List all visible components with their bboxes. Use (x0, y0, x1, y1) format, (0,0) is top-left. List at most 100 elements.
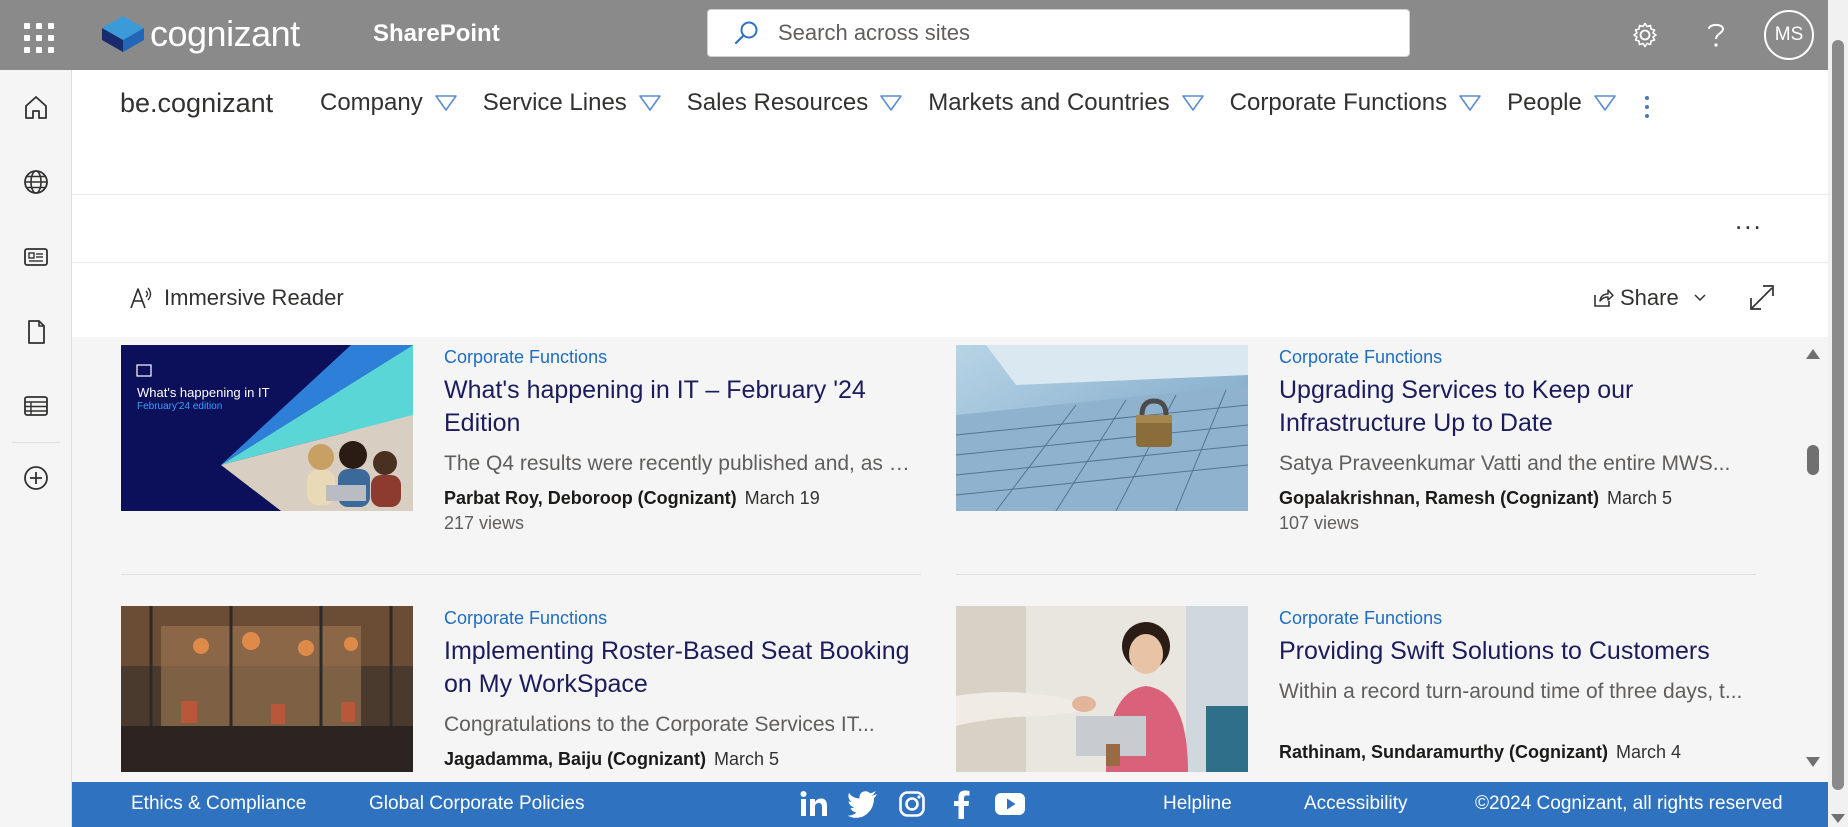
news-category[interactable]: Corporate Functions (444, 347, 914, 368)
page-scrollbar-thumb[interactable] (1832, 40, 1844, 790)
news-title[interactable]: What's happening in IT – February '24 Ed… (444, 374, 914, 440)
command-bar: Immersive Reader Share (72, 262, 1828, 337)
news-scrollbar[interactable] (1802, 343, 1824, 773)
logo-text: cognizant (150, 13, 300, 54)
news-author[interactable]: Rathinam, Sundaramurthy (Cognizant) (1279, 742, 1608, 762)
immersive-reader-button[interactable]: Immersive Reader (128, 285, 344, 311)
nav-item-markets-and-countries[interactable]: Markets and Countries (928, 89, 1204, 117)
facebook-icon[interactable] (945, 788, 977, 820)
news-category[interactable]: Corporate Functions (1279, 347, 1749, 368)
instagram-icon[interactable] (896, 788, 928, 820)
left-app-rail (0, 70, 72, 827)
share-icon (1594, 289, 1614, 307)
search-input[interactable] (778, 20, 1338, 46)
chevron-down-icon (1459, 95, 1481, 111)
news-divider (121, 574, 921, 575)
news-author[interactable]: Jagadamma, Baiju (Cognizant) (444, 749, 706, 769)
home-icon[interactable] (20, 91, 52, 123)
nav-item-label: People (1507, 89, 1582, 116)
page-more-options-button[interactable]: ... (1735, 205, 1763, 236)
footer-link-accessibility[interactable]: Accessibility (1304, 793, 1407, 815)
immersive-reader-icon (130, 287, 152, 309)
news-card[interactable]: Corporate Functions Providing Swift Solu… (956, 598, 1756, 782)
cognizant-logo[interactable]: cognizant (100, 13, 300, 54)
chevron-down-icon (638, 95, 661, 111)
footer-copyright: ©2024 Cognizant, all rights reserved (1475, 793, 1783, 814)
twitter-icon[interactable] (847, 788, 879, 820)
share-label: Share (1620, 285, 1679, 310)
top-navigation: Company Service Lines Sales Resources Ma… (320, 89, 1642, 117)
nav-item-service-lines[interactable]: Service Lines (483, 89, 661, 117)
news-meta: Gopalakrishnan, Ramesh (Cognizant) March … (1279, 488, 1749, 509)
news-thumbnail-laptop-lock[interactable] (956, 345, 1248, 511)
page-scrollbar[interactable] (1828, 0, 1848, 827)
news-thumbnail-it-update[interactable]: What's happening in IT February'24 editi… (121, 345, 413, 511)
user-avatar[interactable]: MS (1764, 10, 1814, 60)
news-category[interactable]: Corporate Functions (1279, 608, 1749, 629)
search-box[interactable] (707, 9, 1410, 57)
news-web-part: What's happening in IT February'24 editi… (72, 337, 1828, 782)
news-meta: Rathinam, Sundaramurthy (Cognizant) March… (1279, 742, 1749, 763)
nav-item-label: Service Lines (482, 89, 627, 116)
news-card[interactable]: Corporate Functions Upgrading Services t… (956, 337, 1756, 577)
nav-item-sales-resources[interactable]: Sales Resources (686, 89, 903, 117)
settings-gear-icon[interactable] (1627, 17, 1663, 53)
footer-link-policies[interactable]: Global Corporate Policies (369, 793, 584, 815)
nav-item-people[interactable]: People (1507, 89, 1616, 117)
news-icon[interactable] (20, 241, 52, 273)
app-name[interactable]: SharePoint (373, 20, 500, 48)
nav-item-label: Corporate Functions (1229, 89, 1448, 116)
nav-item-label: Markets and Countries (928, 89, 1170, 116)
suite-bar: cognizant SharePoint MS (0, 0, 1848, 70)
cognizant-logo-mark-icon (102, 16, 144, 52)
nav-item-company[interactable]: Company (320, 89, 457, 117)
share-button[interactable]: Share (1592, 285, 1713, 311)
news-card[interactable]: What's happening in IT February'24 editi… (121, 337, 921, 577)
news-title[interactable]: Providing Swift Solutions to Customers (1279, 635, 1749, 668)
chevron-down-icon (880, 95, 903, 111)
site-header: be.cognizant Company Service Lines Sales… (72, 70, 1828, 195)
news-views: 107 views (1279, 513, 1360, 533)
news-author[interactable]: Parbat Roy, Deboroop (Cognizant) (444, 488, 737, 508)
youtube-icon[interactable] (994, 788, 1026, 820)
scroll-up-arrow-icon[interactable] (1806, 349, 1820, 359)
chevron-down-icon (1694, 294, 1706, 302)
globe-icon[interactable] (20, 166, 52, 198)
scrollbar-thumb[interactable] (1807, 445, 1819, 475)
nav-more-icon[interactable] (1637, 92, 1657, 122)
app-launcher-icon[interactable] (18, 17, 54, 53)
create-plus-icon[interactable] (20, 462, 52, 494)
news-author[interactable]: Gopalakrishnan, Ramesh (Cognizant) (1279, 488, 1599, 508)
page-scroll-down-arrow-icon[interactable] (1831, 814, 1845, 823)
nav-item-label: Sales Resources (686, 89, 869, 116)
nav-item-corporate-functions[interactable]: Corporate Functions (1230, 89, 1481, 117)
lists-icon[interactable] (20, 390, 52, 422)
thumbnail-subheading: February'24 edition (137, 401, 223, 412)
chevron-down-icon (1181, 95, 1204, 111)
news-meta: Jagadamma, Baiju (Cognizant) March 5 (444, 749, 914, 770)
search-icon (734, 21, 758, 45)
news-title[interactable]: Upgrading Services to Keep our Infrastru… (1279, 374, 1749, 440)
news-description: Satya Praveenkumar Vatti and the entire … (1279, 452, 1731, 475)
news-thumbnail-office[interactable] (121, 606, 413, 772)
news-card[interactable]: Corporate Functions Implementing Roster-… (121, 598, 921, 782)
immersive-reader-label: Immersive Reader (164, 285, 344, 310)
scroll-down-arrow-icon[interactable] (1806, 757, 1820, 767)
news-date: March 5 (1607, 488, 1673, 508)
expand-full-screen-icon[interactable] (1749, 283, 1775, 316)
footer-link-ethics[interactable]: Ethics & Compliance (131, 793, 306, 815)
site-title[interactable]: be.cognizant (120, 88, 273, 119)
help-icon[interactable] (1698, 17, 1734, 53)
news-thumbnail-handshake[interactable] (956, 606, 1248, 772)
footer-link-helpline[interactable]: Helpline (1163, 793, 1232, 815)
news-date: March 19 (744, 488, 820, 508)
news-date: March 4 (1616, 742, 1682, 762)
linkedin-icon[interactable] (798, 788, 830, 820)
file-icon[interactable] (20, 316, 52, 348)
site-footer: Ethics & Compliance Global Corporate Pol… (72, 782, 1828, 827)
news-title[interactable]: Implementing Roster-Based Seat Booking o… (444, 635, 914, 701)
news-meta: Parbat Roy, Deboroop (Cognizant) March 19 (444, 488, 914, 509)
nav-item-label: Company (320, 89, 423, 116)
news-category[interactable]: Corporate Functions (444, 608, 914, 629)
thumbnail-heading: What's happening in IT (137, 385, 270, 400)
